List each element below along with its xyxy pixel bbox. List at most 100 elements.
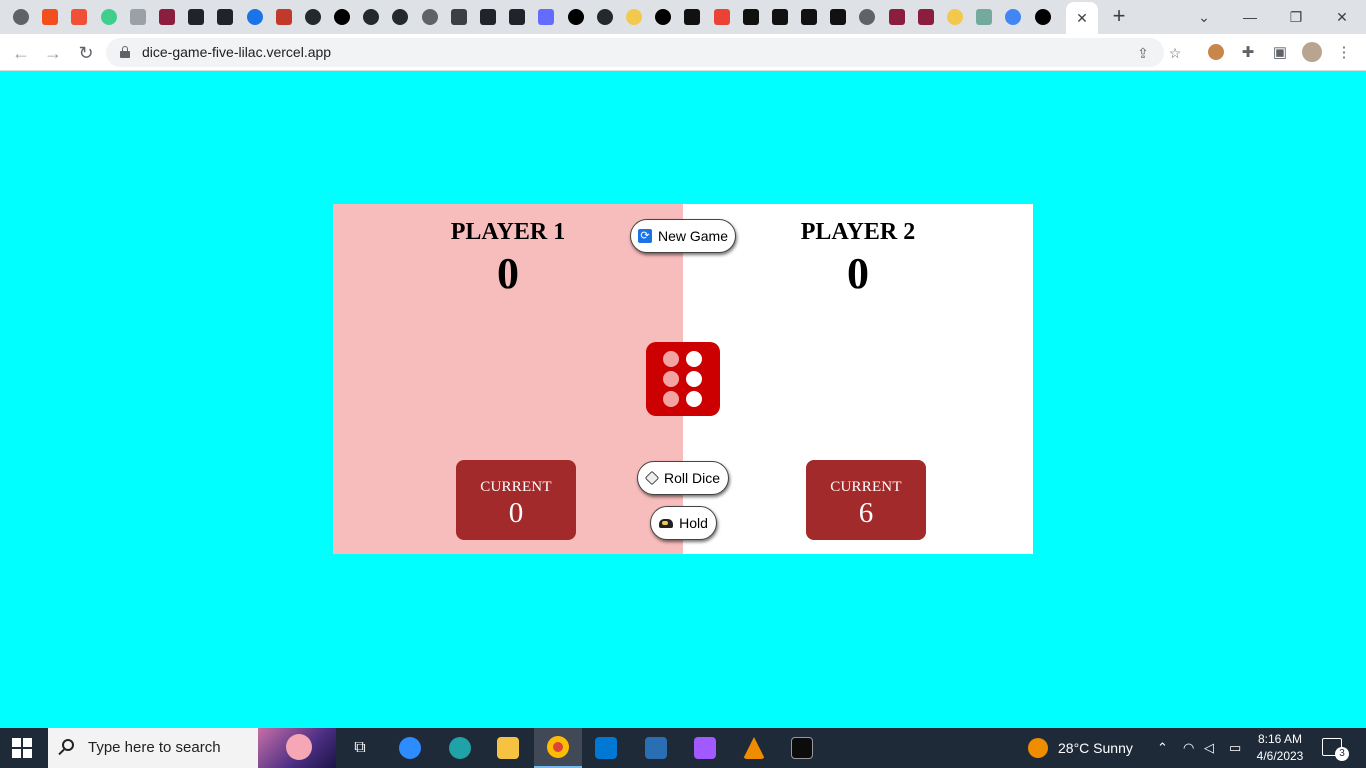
code-icon[interactable] bbox=[798, 6, 820, 28]
github-icon[interactable] bbox=[360, 6, 382, 28]
github-icon[interactable] bbox=[389, 6, 411, 28]
react-icon[interactable] bbox=[506, 6, 528, 28]
triangle-icon[interactable] bbox=[565, 6, 587, 28]
vite-icon[interactable] bbox=[535, 6, 557, 28]
figma-app-icon[interactable] bbox=[691, 734, 719, 762]
roll-dice-button[interactable]: Roll Dice bbox=[637, 461, 729, 495]
player-1-current-box: CURRENT 0 bbox=[456, 460, 576, 540]
new-game-button[interactable]: ⟳ New Game bbox=[630, 219, 736, 253]
m-icon[interactable] bbox=[827, 6, 849, 28]
new-game-label: New Game bbox=[657, 228, 729, 244]
pen-icon[interactable] bbox=[623, 6, 645, 28]
active-tab[interactable]: ✕ bbox=[1066, 2, 1098, 34]
chevron-up-icon[interactable]: ⌃ bbox=[1157, 728, 1168, 768]
github-icon[interactable] bbox=[594, 6, 616, 28]
notifications-icon[interactable]: 3 bbox=[1322, 738, 1349, 761]
address-bar[interactable]: dice-game-five-lilac.vercel.app ⇪ ☆ bbox=[106, 38, 1181, 67]
task-view-icon[interactable]: ⧉ bbox=[346, 734, 374, 762]
zoom-app-icon[interactable] bbox=[396, 734, 424, 762]
menu-kebab-icon[interactable]: ⋮ bbox=[1334, 42, 1354, 62]
battery-icon[interactable]: ▭ bbox=[1229, 728, 1241, 768]
triangle-icon[interactable] bbox=[652, 6, 674, 28]
clock-date: 4/6/2023 bbox=[1256, 749, 1304, 763]
gmail-icon[interactable] bbox=[711, 6, 733, 28]
git-icon[interactable] bbox=[68, 6, 90, 28]
weather-widget[interactable]: 28°C Sunny bbox=[1028, 728, 1133, 768]
search-placeholder[interactable]: Type here to search bbox=[88, 739, 221, 756]
dice-pip bbox=[686, 351, 702, 367]
gift-icon[interactable] bbox=[886, 6, 908, 28]
pen-icon[interactable] bbox=[944, 6, 966, 28]
back-button[interactable]: ← bbox=[8, 40, 34, 66]
edge-app-icon[interactable] bbox=[446, 734, 474, 762]
terminal-app-icon[interactable] bbox=[788, 734, 816, 762]
chatgpt-icon[interactable] bbox=[973, 6, 995, 28]
jadoo-icon[interactable] bbox=[448, 6, 470, 28]
reader-icon[interactable] bbox=[127, 6, 149, 28]
github-icon[interactable] bbox=[302, 6, 324, 28]
lock-icon[interactable] bbox=[120, 46, 130, 58]
sun-icon bbox=[1028, 738, 1048, 758]
side-panel-icon[interactable]: ▣ bbox=[1270, 42, 1290, 62]
dots-icon[interactable] bbox=[273, 6, 295, 28]
vscode-app-icon[interactable] bbox=[592, 734, 620, 762]
search-highlight-image bbox=[258, 728, 336, 768]
weather-text: 28°C Sunny bbox=[1058, 740, 1133, 756]
google-icon[interactable] bbox=[1002, 6, 1024, 28]
code-icon[interactable] bbox=[740, 6, 762, 28]
react-icon[interactable] bbox=[214, 6, 236, 28]
file-explorer-icon[interactable] bbox=[494, 734, 522, 762]
close-window-button[interactable]: ✕ bbox=[1319, 0, 1365, 34]
system-clock[interactable]: 8:16 AM 4/6/2023 bbox=[1255, 731, 1305, 765]
browser-toolbar: ← → ↻ dice-game-five-lilac.vercel.app ⇪ … bbox=[0, 34, 1366, 71]
triangle-icon[interactable] bbox=[1032, 6, 1054, 28]
react-icon[interactable] bbox=[477, 6, 499, 28]
lightning-icon[interactable] bbox=[244, 6, 266, 28]
new-tab-button[interactable]: + bbox=[1108, 5, 1130, 28]
close-tab-icon[interactable]: ✕ bbox=[1076, 10, 1088, 27]
player-2-current-score: 6 bbox=[858, 497, 874, 529]
react-icon[interactable] bbox=[185, 6, 207, 28]
dice-pip bbox=[686, 371, 702, 387]
hold-label: Hold bbox=[679, 515, 708, 531]
bolt-icon[interactable] bbox=[98, 6, 120, 28]
medium-icon[interactable] bbox=[331, 6, 353, 28]
chrome-app-icon[interactable] bbox=[534, 728, 582, 768]
roll-dice-label: Roll Dice bbox=[663, 470, 720, 486]
extension-avatar-icon[interactable] bbox=[1206, 42, 1226, 62]
figma-icon[interactable] bbox=[39, 6, 61, 28]
minimize-button[interactable]: — bbox=[1227, 0, 1273, 34]
player-2-current-label: CURRENT bbox=[830, 479, 902, 495]
code-icon[interactable] bbox=[769, 6, 791, 28]
player-1-score: 0 bbox=[497, 249, 519, 298]
player-2-current-box: CURRENT 6 bbox=[806, 460, 926, 540]
share-icon[interactable]: ⇪ bbox=[1134, 44, 1152, 62]
bookmark-star-icon[interactable]: ☆ bbox=[1166, 44, 1184, 62]
reload-button[interactable]: ↻ bbox=[73, 40, 99, 66]
restore-button[interactable]: ❐ bbox=[1273, 0, 1319, 34]
search-icon bbox=[62, 739, 74, 751]
profile-avatar[interactable] bbox=[1302, 42, 1322, 62]
code-icon[interactable] bbox=[681, 6, 703, 28]
globe-icon[interactable] bbox=[419, 6, 441, 28]
forward-button[interactable]: → bbox=[40, 40, 66, 66]
dice-face bbox=[646, 342, 720, 416]
refresh-icon: ⟳ bbox=[637, 229, 652, 243]
dice-pip bbox=[663, 351, 679, 367]
taskbar-search-box[interactable]: Type here to search bbox=[48, 728, 336, 768]
vlc-app-icon[interactable] bbox=[740, 734, 768, 762]
hold-button[interactable]: Hold bbox=[650, 506, 717, 540]
gift-icon[interactable] bbox=[156, 6, 178, 28]
tab-search-icon[interactable]: ⌄ bbox=[1181, 0, 1227, 34]
player-2-score: 0 bbox=[847, 249, 869, 298]
url-text[interactable]: dice-game-five-lilac.vercel.app bbox=[142, 44, 331, 60]
extensions-puzzle-icon[interactable]: ✚ bbox=[1238, 42, 1258, 62]
player-1-current-score: 0 bbox=[508, 497, 524, 529]
wifi-icon[interactable]: ◠ bbox=[1183, 728, 1194, 768]
globe-icon[interactable] bbox=[856, 6, 878, 28]
gift-icon[interactable] bbox=[915, 6, 937, 28]
volume-icon[interactable]: ◁ bbox=[1204, 728, 1214, 768]
windows-start-icon[interactable] bbox=[12, 738, 32, 758]
photos-app-icon[interactable] bbox=[642, 734, 670, 762]
chrome-icon[interactable] bbox=[10, 6, 32, 28]
